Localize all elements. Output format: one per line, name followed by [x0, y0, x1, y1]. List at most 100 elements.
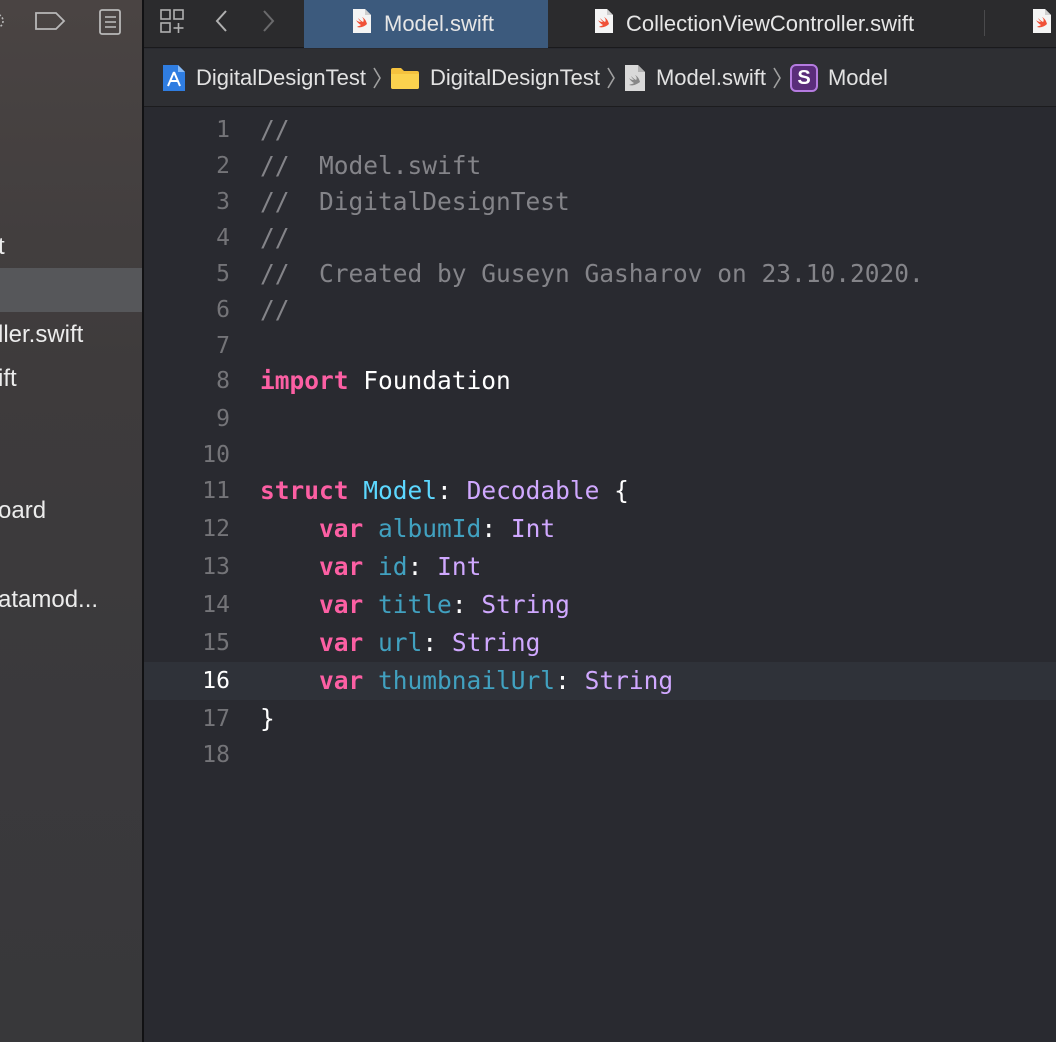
debug-navigator-icon[interactable]	[0, 8, 6, 39]
code-token: :	[437, 476, 467, 505]
code-token: String	[481, 590, 570, 619]
code-line[interactable]: 6 //	[144, 291, 1056, 329]
swift-file-icon	[1032, 8, 1052, 40]
tab-collectionviewcontroller-swift[interactable]: CollectionViewController.swift	[594, 0, 914, 48]
code-text: struct Model: Decodable {	[260, 472, 629, 510]
code-line[interactable]: 4 //	[144, 219, 1056, 257]
forward-icon[interactable]	[258, 6, 278, 41]
code-line[interactable]: 9	[144, 400, 1056, 438]
line-number[interactable]: 5	[144, 255, 230, 293]
code-token: //	[260, 115, 290, 144]
line-number[interactable]: 11	[144, 472, 230, 510]
code-text: var albumId: Int	[260, 510, 555, 548]
tab-partial[interactable]	[1032, 0, 1056, 48]
line-number[interactable]: 1	[144, 111, 230, 149]
breadcrumb-file[interactable]: Model.swift	[624, 64, 766, 92]
line-number[interactable]: 10	[144, 436, 230, 474]
navigator-item-selected[interactable]	[0, 268, 142, 312]
swift-file-icon	[624, 64, 646, 92]
line-number[interactable]: 18	[144, 736, 230, 774]
line-number[interactable]: 6	[144, 291, 230, 329]
code-text: }	[260, 700, 275, 738]
xcode-window: t ller.swift ift oard atamod... Model.sw…	[0, 0, 1056, 1042]
code-text: //	[260, 219, 290, 257]
code-token: Model	[363, 476, 438, 505]
navigator-item[interactable]: oard	[0, 489, 142, 533]
navigator-item-label: atamod...	[0, 586, 99, 613]
code-line[interactable]: 1 //	[144, 111, 1056, 149]
code-token: String	[584, 666, 674, 695]
code-line[interactable]: 10	[144, 436, 1056, 474]
code-line[interactable]: 2 // Model.swift	[144, 147, 1056, 185]
code-token: var	[319, 628, 364, 657]
code-line[interactable]: 5 // Created by Guseyn Gasharov on 23.10.…	[144, 255, 1056, 293]
code-text: //	[260, 291, 290, 329]
navigator-item[interactable]: ller.swift	[0, 313, 142, 357]
source-editor[interactable]: 1 // 2 // Model.swift 3 // DigitalDesignTest 4…	[144, 108, 1056, 1042]
chevron-right-icon	[372, 65, 382, 91]
navigator-item[interactable]: t	[0, 225, 142, 269]
line-number[interactable]: 4	[144, 219, 230, 257]
code-token: Int	[437, 552, 482, 581]
navigator-item-label: ift	[0, 365, 17, 392]
tab-model-swift[interactable]: Model.swift	[304, 0, 548, 48]
navigator-item[interactable]: ift	[0, 357, 142, 401]
code-text: //	[260, 111, 290, 149]
code-token: // Created by Guseyn Gasharov on 23.10.2…	[260, 259, 924, 288]
code-line[interactable]: 14 var title: String	[144, 586, 1056, 624]
navigator-item[interactable]: atamod...	[0, 578, 142, 622]
navigator-item-label: t	[0, 233, 5, 260]
code-token: :	[555, 666, 585, 695]
swift-file-icon	[352, 8, 372, 40]
breadcrumb-project[interactable]: DigitalDesignTest	[162, 64, 366, 92]
line-number[interactable]: 8	[144, 362, 230, 400]
code-text: var id: Int	[260, 548, 481, 586]
code-line[interactable]: 16 var thumbnailUrl: String	[144, 662, 1056, 700]
report-navigator-icon[interactable]	[98, 8, 122, 41]
swift-file-icon	[594, 8, 614, 40]
back-icon[interactable]	[212, 6, 232, 41]
code-line[interactable]: 15 var url: String	[144, 624, 1056, 662]
line-number[interactable]: 3	[144, 183, 230, 221]
tab-separator	[984, 10, 985, 36]
code-token: var	[319, 666, 364, 695]
code-token: id	[378, 552, 408, 581]
line-number[interactable]: 17	[144, 700, 230, 738]
breadcrumb-symbol[interactable]: S Model	[789, 63, 888, 92]
line-number[interactable]: 15	[144, 624, 230, 662]
code-line[interactable]: 13 var id: Int	[144, 548, 1056, 586]
chevron-right-icon	[606, 65, 616, 91]
code-token: Int	[510, 514, 556, 543]
code-token: }	[260, 704, 275, 733]
line-number[interactable]: 7	[144, 327, 230, 365]
line-number[interactable]: 14	[144, 586, 230, 624]
code-line[interactable]: 7	[144, 327, 1056, 365]
line-number[interactable]: 2	[144, 147, 230, 185]
line-number[interactable]: 13	[144, 548, 230, 586]
code-line[interactable]: 18	[144, 736, 1056, 774]
code-token: //	[260, 295, 290, 324]
related-items-icon[interactable]	[158, 6, 188, 41]
code-token: var	[319, 514, 364, 543]
code-line[interactable]: 12 var albumId: Int	[144, 510, 1056, 548]
code-token: var	[319, 552, 364, 581]
breadcrumb-label: DigitalDesignTest	[429, 64, 600, 90]
code-line[interactable]: 11 struct Model: Decodable {	[144, 472, 1056, 510]
code-line[interactable]: 3 // DigitalDesignTest	[144, 183, 1056, 221]
code-line[interactable]: 17}	[144, 700, 1056, 738]
code-token: albumId	[378, 514, 482, 543]
breadcrumb-label: Model.swift	[655, 64, 766, 90]
chevron-right-icon	[772, 65, 782, 91]
line-number[interactable]: 9	[144, 400, 230, 438]
code-line[interactable]: 8 import Foundation	[144, 362, 1056, 400]
line-number[interactable]: 12	[144, 510, 230, 548]
breakpoint-navigator-icon[interactable]	[34, 8, 66, 39]
code-token: // DigitalDesignTest	[260, 187, 570, 216]
line-number[interactable]: 16	[144, 662, 230, 700]
code-token: :	[481, 514, 511, 543]
tab-label: Model.swift	[384, 11, 495, 36]
breadcrumb-group[interactable]: DigitalDesignTest	[390, 65, 600, 91]
navigator-toolbar	[0, 0, 142, 44]
